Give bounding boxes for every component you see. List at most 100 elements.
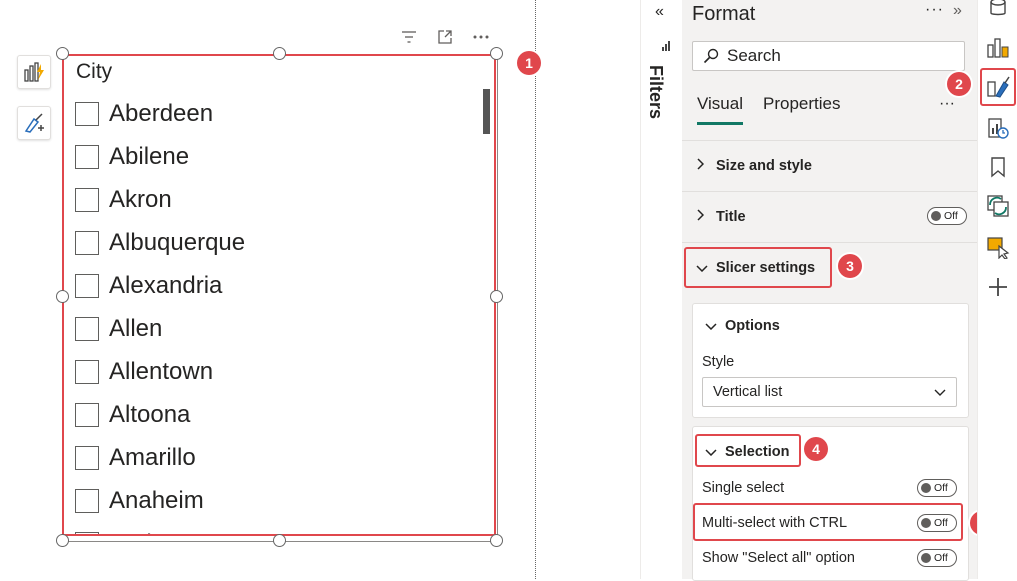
slicer-item-label: Anaheim (109, 486, 204, 514)
slicer-item-checkbox[interactable] (75, 488, 99, 513)
filters-pane-label[interactable]: Filters (645, 65, 666, 119)
slicer-item-label: Andover (109, 530, 198, 535)
format-search-input[interactable]: Search (692, 41, 965, 71)
slicer-item-checkbox[interactable] (75, 273, 99, 298)
toggle-label: Off (944, 210, 958, 222)
slicer-item[interactable]: Altoona (75, 393, 475, 436)
resize-handle-bottom-right[interactable] (490, 534, 503, 547)
sync-slicers-icon[interactable] (982, 190, 1014, 222)
style-dropdown-value: Vertical list (713, 384, 783, 400)
slicer-item-checkbox[interactable] (75, 402, 99, 427)
resize-handle-left[interactable] (56, 290, 69, 303)
toggle-knob (921, 483, 931, 493)
slicer-item-checkbox[interactable] (75, 230, 99, 255)
slicer-item-checkbox[interactable] (75, 445, 99, 470)
slicer-item[interactable]: Allen (75, 307, 475, 350)
section-label: Title (716, 208, 746, 225)
step-badge-2: 2 (947, 72, 971, 96)
bookmark-icon[interactable] (982, 151, 1014, 183)
toggle-label: Off (934, 552, 948, 564)
slicer-item-label: Albuquerque (109, 228, 246, 256)
more-options-icon[interactable] (472, 28, 490, 46)
slicer-item[interactable]: Andover (75, 522, 475, 534)
visual-header (400, 28, 490, 46)
focus-mode-icon[interactable] (436, 28, 454, 46)
style-label: Style (702, 354, 735, 370)
filters-bars-icon (661, 40, 671, 54)
format-visual-button[interactable] (17, 106, 51, 140)
format-pane-icon-highlight-box (980, 68, 1016, 106)
step-badge-4: 4 (804, 437, 828, 461)
resize-handle-right[interactable] (490, 290, 503, 303)
add-pane-icon[interactable] (982, 271, 1014, 303)
single-select-row: Single select Off (702, 475, 957, 501)
section-size-and-style[interactable]: Size and style (682, 140, 977, 190)
chevron-right-icon (696, 209, 710, 224)
chevron-right-icon (696, 158, 710, 173)
slicer-item-label: Akron (109, 185, 172, 213)
search-icon (703, 48, 719, 64)
filter-icon[interactable] (400, 28, 418, 46)
slicer-item[interactable]: Allentown (75, 350, 475, 393)
slicer-scrollbar[interactable] (483, 89, 490, 134)
show-select-all-row: Show "Select all" option Off (702, 545, 957, 571)
collapse-format-pane-icon[interactable]: » (953, 2, 962, 20)
expand-filters-icon[interactable]: « (655, 3, 664, 21)
single-select-label: Single select (702, 480, 785, 496)
paintbrush-plus-icon (24, 113, 44, 133)
page-boundary-line (535, 0, 536, 579)
slicer-item-checkbox[interactable] (75, 144, 99, 169)
slicer-settings-highlight-box (684, 247, 832, 288)
slicer-item-label: Amarillo (109, 443, 196, 471)
single-select-toggle[interactable]: Off (917, 479, 957, 497)
step-badge-3: 3 (838, 254, 862, 278)
toggle-knob (931, 211, 941, 221)
bar-chart-lightning-icon (24, 62, 44, 82)
slicer-item[interactable]: Albuquerque (75, 221, 475, 264)
performance-analyzer-icon[interactable] (982, 112, 1014, 144)
resize-handle-top-left[interactable] (56, 47, 69, 60)
slicer-item[interactable]: Akron (75, 178, 475, 221)
format-pane-title: Format (692, 3, 756, 25)
resize-handle-bottom-left[interactable] (56, 534, 69, 547)
show-select-all-label: Show "Select all" option (702, 550, 855, 566)
toggle-label: Off (934, 482, 948, 494)
slicer-item-label: Abilene (109, 142, 190, 170)
options-header-label: Options (725, 318, 780, 334)
slicer-item[interactable]: Aberdeen (75, 92, 475, 135)
show-select-all-toggle[interactable]: Off (917, 549, 957, 567)
resize-handle-bottom[interactable] (273, 534, 286, 547)
style-dropdown[interactable]: Vertical list (702, 377, 957, 407)
format-tabs: Visual Properties (697, 94, 840, 125)
chevron-down-icon (705, 323, 717, 330)
resize-handle-top-right[interactable] (490, 47, 503, 60)
build-visual-icon[interactable] (982, 31, 1014, 63)
slicer-item-checkbox[interactable] (75, 359, 99, 384)
options-header[interactable]: Options (705, 318, 780, 334)
slicer-item[interactable]: Abilene (75, 135, 475, 178)
tab-properties[interactable]: Properties (763, 94, 840, 122)
slicer-item[interactable]: Alexandria (75, 264, 475, 307)
resize-handle-top[interactable] (273, 47, 286, 60)
slicer-item-checkbox[interactable] (75, 531, 99, 534)
selection-pane-icon[interactable] (982, 231, 1014, 263)
slicer-list[interactable]: Aberdeen Abilene Akron Albuquerque Alexandri… (75, 92, 475, 534)
slicer-item-label: Aberdeen (109, 99, 214, 127)
format-more-options-icon[interactable]: ··· (925, 1, 944, 19)
chevron-down-icon (934, 389, 946, 396)
tab-visual[interactable]: Visual (697, 94, 743, 125)
quick-insights-button[interactable] (17, 55, 51, 89)
data-pane-icon[interactable] (982, 0, 1014, 24)
slicer-item-checkbox[interactable] (75, 101, 99, 126)
tab-more-options-icon[interactable]: ··· (939, 95, 955, 113)
slicer-item[interactable]: Anaheim (75, 479, 475, 522)
step-badge-1: 1 (517, 51, 541, 75)
slicer-item-checkbox[interactable] (75, 187, 99, 212)
slicer-item[interactable]: Amarillo (75, 436, 475, 479)
slicer-item-label: Allentown (109, 357, 214, 385)
toggle-knob (921, 553, 931, 563)
slicer-title: City (76, 60, 113, 83)
title-toggle[interactable]: Off (927, 207, 967, 225)
search-placeholder: Search (727, 46, 781, 65)
slicer-item-checkbox[interactable] (75, 316, 99, 341)
